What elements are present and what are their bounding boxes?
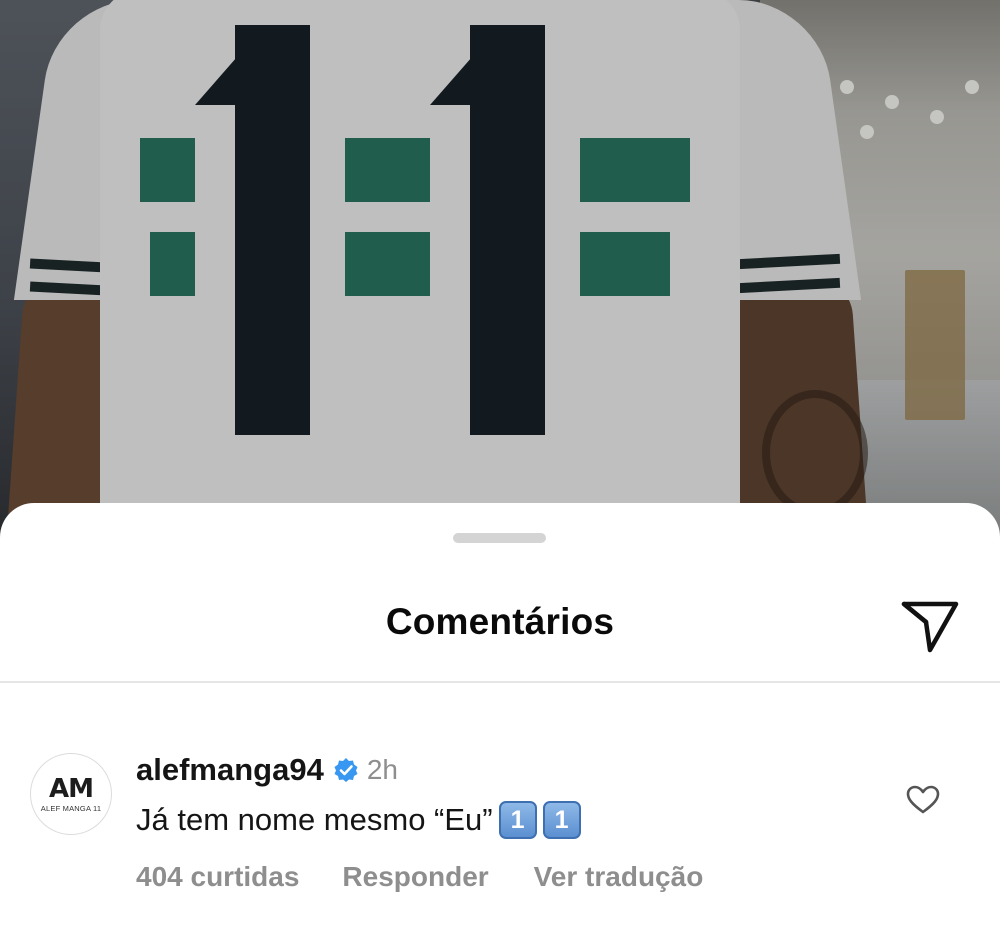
comment-text: Já tem nome mesmo “Eu”: [136, 802, 493, 837]
comment-item: AM ALEF MANGA 11 alefmanga94 2h Já tem n…: [0, 748, 1000, 908]
comment-username[interactable]: alefmanga94: [136, 752, 324, 788]
comment-body: Já tem nome mesmo “Eu” 1 1: [136, 801, 581, 839]
see-translation-button[interactable]: Ver tradução: [534, 861, 704, 893]
keycap-emoji-2: 1: [542, 801, 581, 839]
header-divider: [0, 681, 1000, 683]
avatar-monogram: AM: [49, 773, 94, 804]
sheet-grabber[interactable]: [453, 533, 546, 543]
comment-time: 2h: [366, 754, 398, 785]
photo-dim-overlay: [0, 0, 1000, 560]
comment-actions: 404 curtidas Responder Ver tradução: [136, 861, 703, 893]
keycap-emoji-1: 1: [498, 801, 537, 839]
reply-button[interactable]: Responder: [342, 861, 488, 893]
sheet-title: Comentários: [385, 601, 615, 642]
comments-sheet: Comentários AM ALEF MANGA 11 alefmanga94…: [0, 503, 1000, 945]
share-button[interactable]: [897, 598, 963, 656]
paper-plane-icon: [901, 601, 959, 653]
avatar-subtitle: ALEF MANGA 11: [40, 803, 102, 813]
heart-outline-icon: [906, 785, 940, 814]
avatar[interactable]: AM ALEF MANGA 11: [30, 753, 112, 835]
like-button[interactable]: [903, 780, 943, 820]
likes-count[interactable]: 404 curtidas: [136, 861, 299, 893]
comment-header: alefmanga94 2h: [136, 748, 398, 792]
post-photo: [0, 0, 1000, 560]
verified-badge-icon: [334, 758, 358, 782]
